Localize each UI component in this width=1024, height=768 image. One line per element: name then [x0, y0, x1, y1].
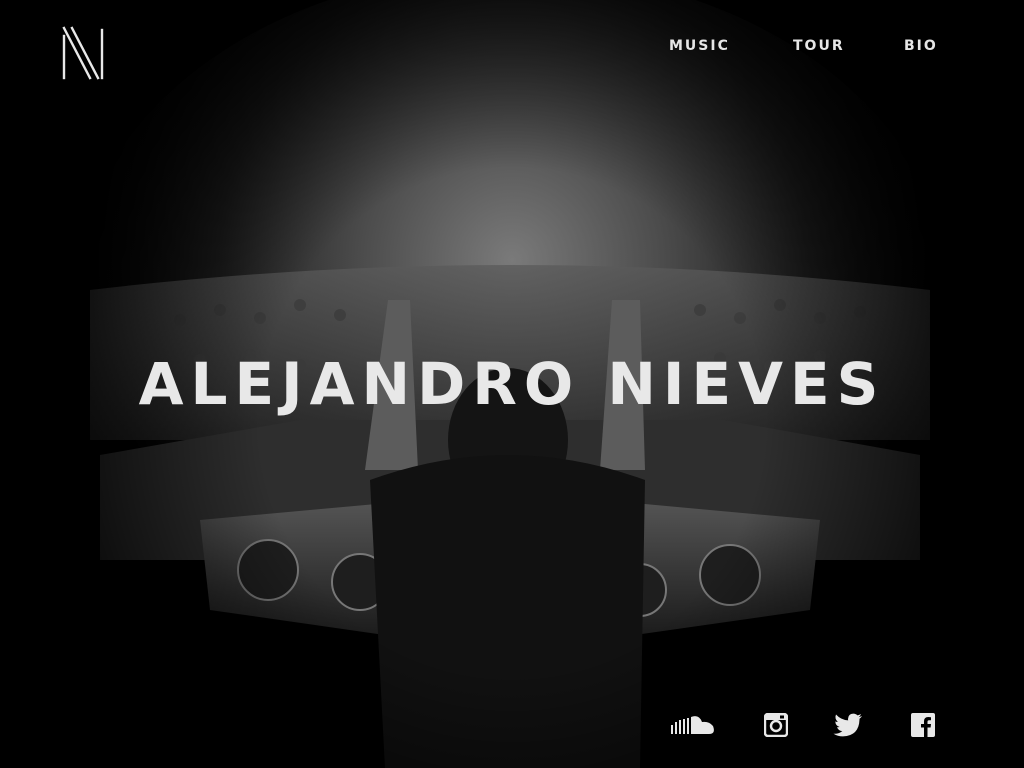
- main-nav: MUSIC TOUR BIO: [0, 38, 1024, 58]
- landing-page: MUSIC TOUR BIO ALEJANDRO NIEVES: [0, 0, 1024, 768]
- nav-link-bio[interactable]: BIO: [904, 38, 938, 54]
- nav-link-music[interactable]: MUSIC: [669, 38, 730, 54]
- artist-name-title: ALEJANDRO NIEVES: [138, 350, 886, 418]
- facebook-icon[interactable]: [909, 708, 937, 742]
- nav-link-tour[interactable]: TOUR: [793, 38, 845, 54]
- soundcloud-icon[interactable]: [670, 708, 718, 742]
- social-links: [0, 708, 1024, 742]
- instagram-icon[interactable]: [762, 708, 790, 742]
- twitter-icon[interactable]: [831, 708, 865, 742]
